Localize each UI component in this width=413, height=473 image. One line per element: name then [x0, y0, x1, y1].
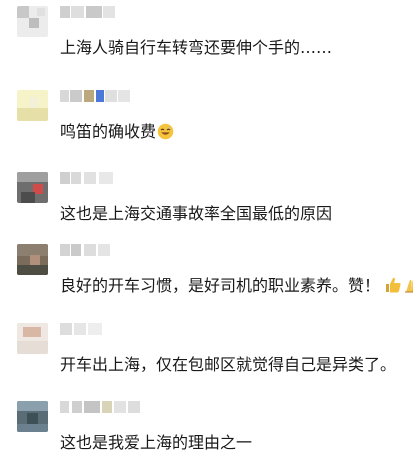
comment-text: 开车出上海，仅在包邮区就觉得自己是异类了。	[60, 355, 396, 375]
comment-item: 上海人骑自行车转弯还要伸个手的……	[0, 2, 413, 78]
comment-text: 上海人骑自行车转弯还要伸个手的……	[60, 38, 332, 58]
blurred-avatar-icon[interactable]	[17, 90, 48, 121]
comment-text-content: 这也是上海交通事故率全国最低的原因	[60, 204, 333, 223]
comment-list: 上海人骑自行车转弯还要伸个手的…… 鸣笛的确收费 这也是上海交通事故率全国最低的…	[0, 0, 413, 461]
comment-text-content: 良好的开车习惯，是好司机的职业素养。赞！	[60, 276, 381, 295]
blurred-avatar-icon[interactable]	[17, 401, 48, 432]
blurred-avatar-icon[interactable]	[17, 6, 48, 37]
comment-item: 这也是上海交通事故率全国最低的原因	[0, 168, 413, 244]
comment-item: 这也是我爱上海的理由之一	[0, 397, 413, 473]
grinning-sweat-emoji	[157, 123, 174, 140]
comment-text: 良好的开车习惯，是好司机的职业素养。赞！	[60, 276, 413, 299]
thumbs-up-and-praying-hands-emoji	[384, 276, 413, 299]
comment-item: 开车出上海，仅在包邮区就觉得自己是异类了。	[0, 319, 413, 395]
comment-text: 这也是我爱上海的理由之一	[60, 433, 252, 453]
blurred-avatar-icon[interactable]	[17, 323, 48, 354]
comment-text-content: 上海人骑自行车转弯还要伸个手的……	[60, 38, 333, 57]
comment-text-content: 这也是我爱上海的理由之一	[60, 433, 253, 452]
comment-text: 鸣笛的确收费	[60, 122, 174, 142]
comment-item: 良好的开车习惯，是好司机的职业素养。赞！	[0, 240, 413, 316]
comment-text-content: 鸣笛的确收费	[60, 122, 157, 141]
comment-text: 这也是上海交通事故率全国最低的原因	[60, 204, 332, 224]
blurred-avatar-icon[interactable]	[17, 172, 48, 203]
comment-item: 鸣笛的确收费	[0, 86, 413, 162]
blurred-avatar-icon[interactable]	[17, 244, 48, 275]
comment-text-content: 开车出上海，仅在包邮区就觉得自己是异类了。	[60, 355, 397, 374]
